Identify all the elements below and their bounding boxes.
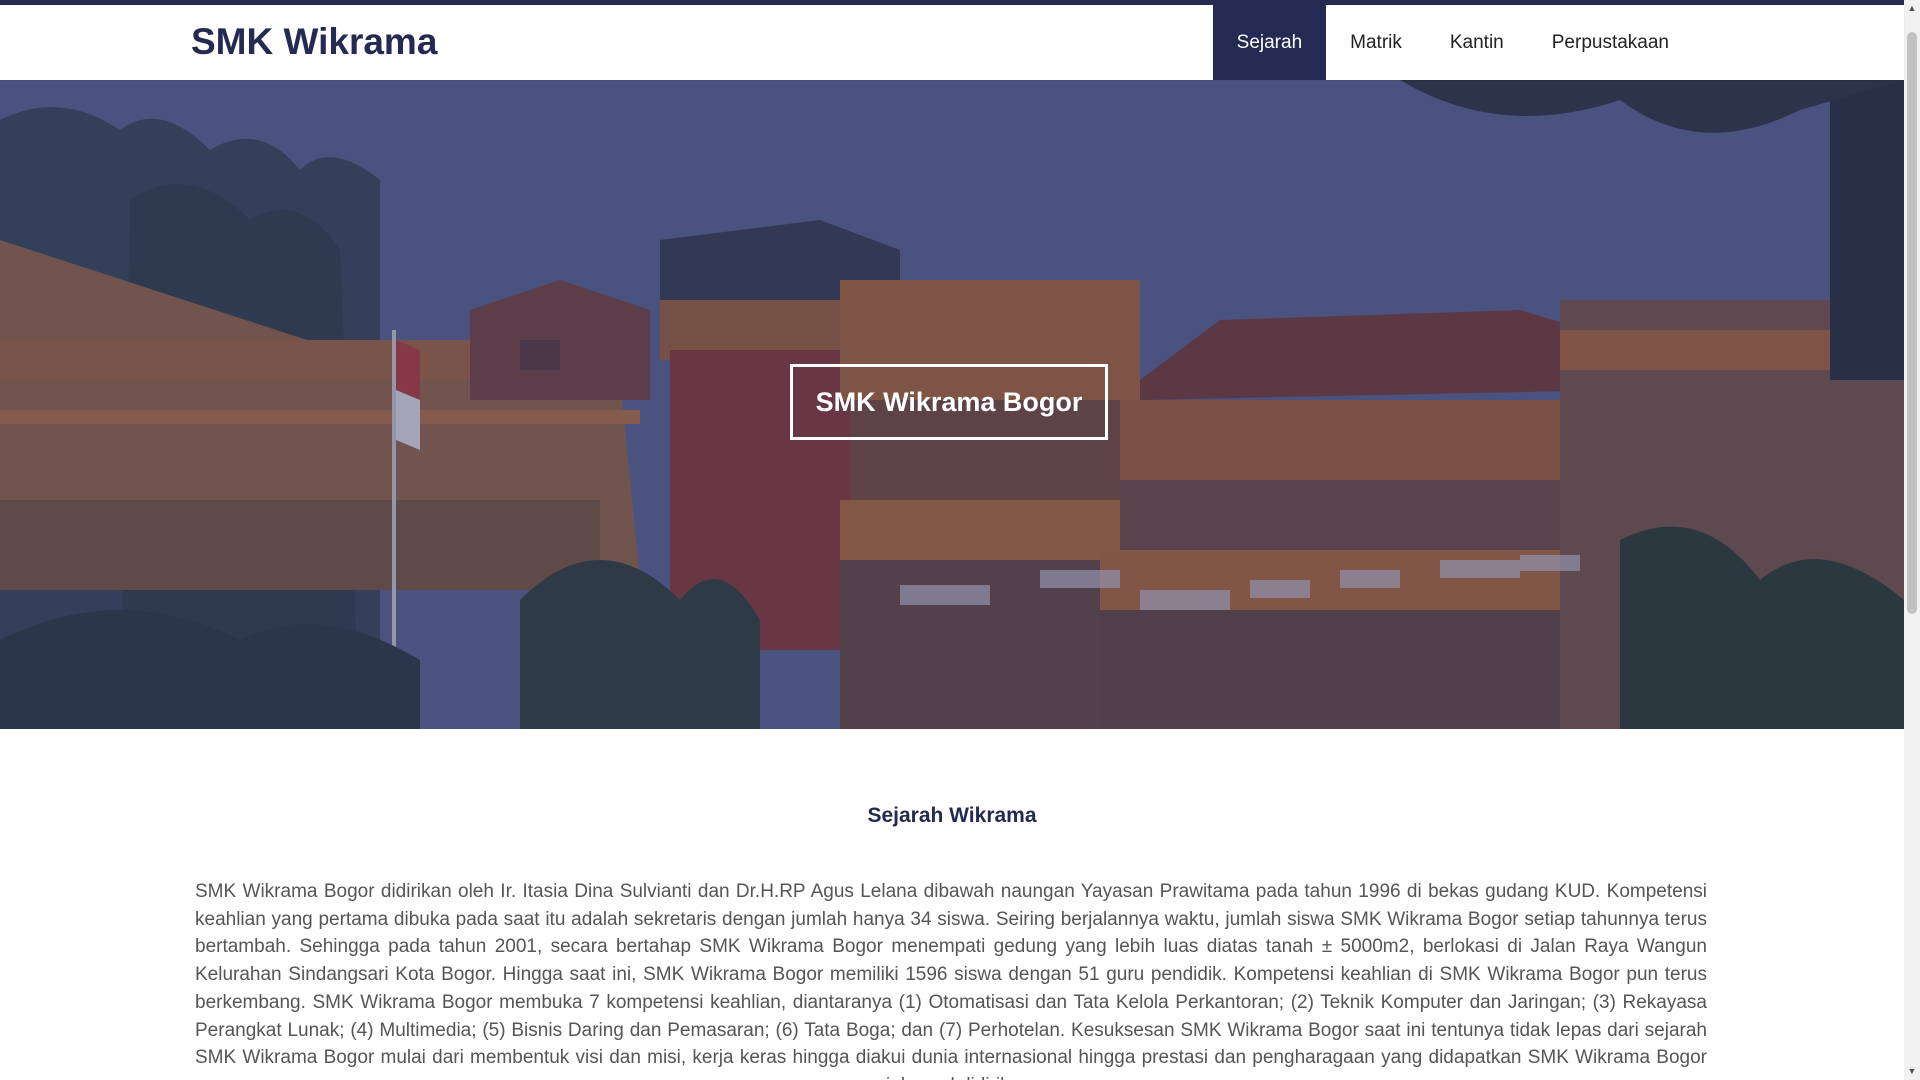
scroll-down-arrow-icon[interactable]: ▼ [1904,1063,1920,1080]
page: SMK Wikrama Sejarah Matrik Kantin Perpus… [0,0,1920,1080]
nav-item-perpustakaan[interactable]: Perpustakaan [1528,5,1693,80]
nav-item-sejarah[interactable]: Sejarah [1212,5,1327,80]
main-nav: Sejarah Matrik Kantin Perpustakaan [1212,5,1904,80]
vertical-scrollbar[interactable]: ▲ ▼ [1904,0,1920,1080]
scrollbar-thumb[interactable] [1907,32,1917,614]
section-title: Sejarah Wikrama [867,804,1037,827]
navbar: SMK Wikrama Sejarah Matrik Kantin Perpus… [0,5,1904,80]
brand-logo[interactable]: SMK Wikrama [191,21,437,63]
nav-item-matrik[interactable]: Matrik [1326,5,1426,80]
nav-item-kantin[interactable]: Kantin [1426,5,1528,80]
scroll-up-arrow-icon[interactable]: ▲ [1904,0,1920,17]
section-paragraph: SMK Wikrama Bogor didirikan oleh Ir. Ita… [195,881,1707,1080]
hero-title: SMK Wikrama Bogor [790,364,1108,440]
hero-banner: SMK Wikrama Bogor [0,80,1904,729]
